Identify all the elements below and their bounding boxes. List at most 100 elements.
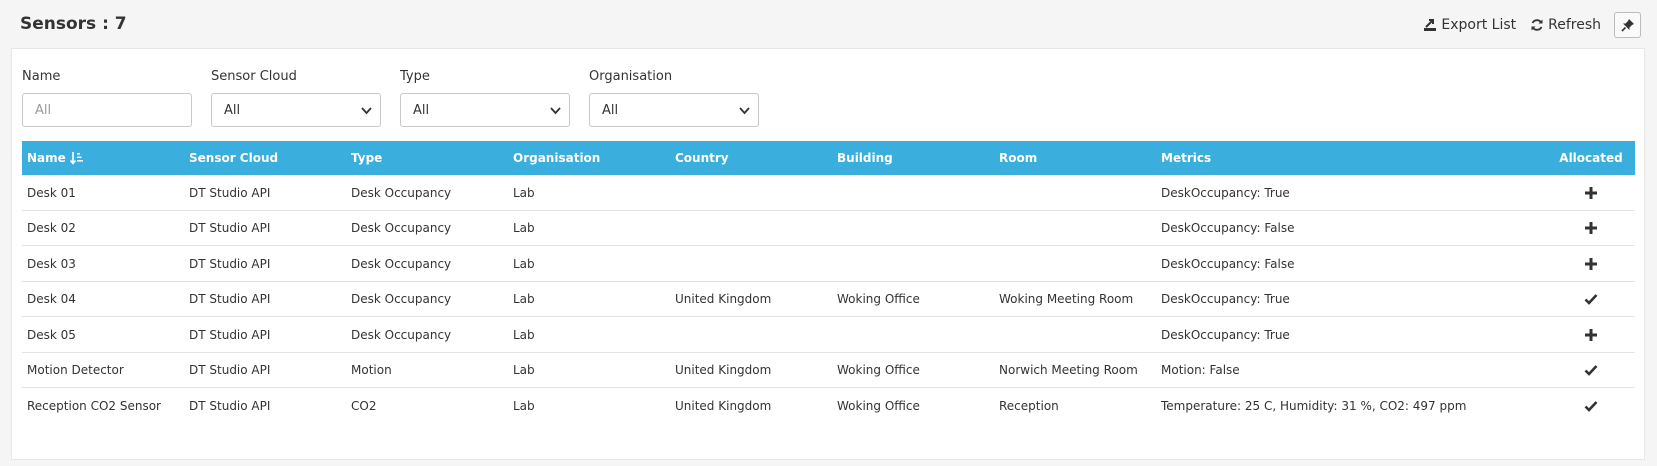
cell-allocated — [1552, 388, 1630, 424]
page-header: Sensors : 7 Export List Refresh — [0, 0, 1657, 50]
cell-country: United Kingdom — [675, 363, 772, 378]
cell-room: Norwich Meeting Room — [999, 363, 1138, 378]
export-icon — [1424, 19, 1437, 31]
cell-allocated — [1552, 175, 1630, 211]
refresh-label: Refresh — [1548, 17, 1601, 33]
cell-sensor-cloud: DT Studio API — [189, 363, 271, 378]
cell-sensor-cloud: DT Studio API — [189, 327, 271, 342]
table-row[interactable]: Desk 03 DT Studio API Desk Occupancy Lab Des… — [22, 246, 1635, 282]
check-icon — [1584, 400, 1598, 412]
plus-icon[interactable] — [1584, 186, 1598, 200]
table-row[interactable]: Reception CO2 Sensor DT Studio API CO2 Lab U… — [22, 388, 1635, 424]
cell-allocated — [1552, 353, 1630, 389]
cell-country: United Kingdom — [675, 398, 772, 413]
sensor-cloud-select[interactable]: All — [211, 93, 381, 127]
filter-type-label: Type — [400, 69, 430, 84]
cell-metrics: Motion: False — [1161, 363, 1240, 378]
cell-name: Reception CO2 Sensor — [27, 398, 161, 413]
cell-type: CO2 — [351, 398, 377, 413]
cell-sensor-cloud: DT Studio API — [189, 256, 271, 271]
plus-icon[interactable] — [1584, 221, 1598, 235]
pin-button[interactable] — [1614, 12, 1641, 38]
cell-type: Desk Occupancy — [351, 292, 452, 307]
cell-metrics: DeskOccupancy: True — [1161, 185, 1290, 200]
cell-metrics: DeskOccupancy: True — [1161, 292, 1290, 307]
export-list-button[interactable]: Export List — [1423, 17, 1516, 33]
cell-sensor-cloud: DT Studio API — [189, 221, 271, 236]
cell-metrics: DeskOccupancy: False — [1161, 256, 1295, 271]
check-icon — [1584, 294, 1598, 306]
column-header-room[interactable]: Room — [999, 141, 1037, 175]
cell-organisation: Lab — [513, 292, 535, 307]
cell-name: Desk 02 — [27, 221, 76, 236]
chevron-down-icon — [550, 107, 561, 115]
cell-name: Desk 01 — [27, 185, 76, 200]
table-row[interactable]: Desk 04 DT Studio API Desk Occupancy Lab Uni… — [22, 282, 1635, 318]
cell-organisation: Lab — [513, 327, 535, 342]
column-header-organisation[interactable]: Organisation — [513, 141, 600, 175]
table-body: Desk 01 DT Studio API Desk Occupancy Lab Des… — [22, 175, 1635, 424]
plus-icon[interactable] — [1584, 328, 1598, 342]
cell-name: Desk 03 — [27, 256, 76, 271]
column-header-name[interactable]: Name — [27, 141, 84, 175]
plus-icon[interactable] — [1584, 257, 1598, 271]
cell-name: Desk 05 — [27, 327, 76, 342]
cell-sensor-cloud: DT Studio API — [189, 292, 271, 307]
chevron-down-icon — [361, 107, 372, 115]
table-row[interactable]: Desk 05 DT Studio API Desk Occupancy Lab Des… — [22, 317, 1635, 353]
cell-allocated — [1552, 246, 1630, 282]
cell-metrics: Temperature: 25 C, Humidity: 31 %, CO2: … — [1161, 398, 1467, 413]
cell-allocated — [1552, 282, 1630, 318]
cell-building: Woking Office — [837, 398, 920, 413]
filter-sensor-cloud-label: Sensor Cloud — [211, 69, 297, 84]
table-row[interactable]: Desk 02 DT Studio API Desk Occupancy Lab Des… — [22, 211, 1635, 247]
filter-bar: Name All Sensor Cloud All Type All Organ… — [22, 49, 1022, 129]
cell-name: Desk 04 — [27, 292, 76, 307]
check-icon — [1584, 365, 1598, 377]
cell-metrics: DeskOccupancy: False — [1161, 221, 1295, 236]
cell-type: Motion — [351, 363, 392, 378]
cell-type: Desk Occupancy — [351, 256, 452, 271]
type-select[interactable]: All — [400, 93, 570, 127]
cell-organisation: Lab — [513, 398, 535, 413]
sensors-panel: Name All Sensor Cloud All Type All Organ… — [11, 48, 1645, 460]
cell-allocated — [1552, 211, 1630, 247]
table-header: Name Sensor Cloud Type Organisation Coun… — [22, 141, 1635, 175]
column-header-country[interactable]: Country — [675, 141, 729, 175]
column-header-sensor-cloud[interactable]: Sensor Cloud — [189, 141, 278, 175]
cell-metrics: DeskOccupancy: True — [1161, 327, 1290, 342]
chevron-down-icon — [739, 107, 750, 115]
export-list-label: Export List — [1441, 17, 1517, 33]
refresh-icon — [1531, 19, 1543, 31]
column-header-name-label: Name — [27, 151, 66, 165]
name-filter-input[interactable]: All — [22, 93, 192, 127]
filter-name-label: Name — [22, 69, 61, 84]
cell-type: Desk Occupancy — [351, 327, 452, 342]
table-row[interactable]: Motion Detector DT Studio API Motion Lab Uni… — [22, 353, 1635, 389]
cell-building: Woking Office — [837, 363, 920, 378]
cell-organisation: Lab — [513, 221, 535, 236]
column-header-allocated[interactable]: Allocated — [1552, 141, 1630, 175]
table-row[interactable]: Desk 01 DT Studio API Desk Occupancy Lab Des… — [22, 175, 1635, 211]
refresh-button[interactable]: Refresh — [1530, 17, 1601, 33]
cell-building: Woking Office — [837, 292, 920, 307]
cell-organisation: Lab — [513, 363, 535, 378]
cell-organisation: Lab — [513, 256, 535, 271]
pin-icon — [1620, 19, 1634, 32]
sensors-table: Name Sensor Cloud Type Organisation Coun… — [22, 141, 1635, 424]
page-title: Sensors : 7 — [20, 14, 127, 34]
column-header-building[interactable]: Building — [837, 141, 893, 175]
cell-type: Desk Occupancy — [351, 185, 452, 200]
column-header-metrics[interactable]: Metrics — [1161, 141, 1211, 175]
cell-country: United Kingdom — [675, 292, 772, 307]
cell-name: Motion Detector — [27, 363, 124, 378]
cell-allocated — [1552, 317, 1630, 353]
cell-type: Desk Occupancy — [351, 221, 452, 236]
type-select-value: All — [413, 102, 430, 118]
column-header-type[interactable]: Type — [351, 141, 382, 175]
cell-organisation: Lab — [513, 185, 535, 200]
organisation-select[interactable]: All — [589, 93, 759, 127]
cell-room: Woking Meeting Room — [999, 292, 1134, 307]
sort-ascending-icon — [69, 152, 83, 165]
filter-organisation-label: Organisation — [589, 69, 673, 84]
